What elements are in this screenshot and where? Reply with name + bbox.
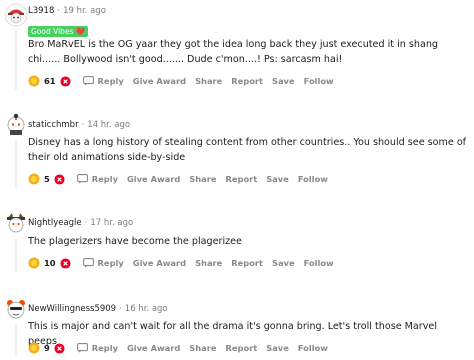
avatar[interactable]: [4, 296, 28, 320]
save-button[interactable]: Save: [272, 258, 295, 268]
follow-button[interactable]: Follow: [304, 258, 334, 268]
avatar[interactable]: [4, 112, 28, 136]
report-button[interactable]: Report: [231, 76, 263, 86]
comment-icon: [76, 343, 88, 353]
reply-button[interactable]: Reply: [76, 174, 118, 184]
award-icon: [28, 173, 40, 185]
comment-meta: NewWillingness5909 · 16 hr. ago: [28, 304, 168, 314]
share-button[interactable]: Share: [195, 76, 222, 86]
comment-actions: 61 Reply Give Award Share Report Save Fo…: [28, 73, 343, 89]
comment-meta: Nightlyeagle · 17 hr. ago: [28, 218, 133, 228]
follow-button[interactable]: Follow: [298, 343, 328, 353]
comment-actions: 10 Reply Give Award Share Report Save Fo…: [28, 255, 343, 271]
downvote-icon[interactable]: [54, 173, 65, 185]
meta-dot: ·: [81, 120, 85, 130]
give-award-button[interactable]: Give Award: [133, 76, 186, 86]
meta-dot: ·: [57, 6, 61, 16]
thread-line[interactable]: [15, 30, 17, 90]
comment-text: The plagerizers have become the plageriz…: [28, 236, 242, 247]
vote-score: 10: [44, 258, 56, 268]
vote-score: 9: [44, 343, 50, 353]
give-award-button[interactable]: Give Award: [127, 174, 180, 184]
report-button[interactable]: Report: [226, 174, 258, 184]
timestamp[interactable]: 16 hr. ago: [125, 304, 168, 314]
user-flair: Good Vibes ❤️: [28, 26, 89, 37]
username[interactable]: L3918: [28, 6, 54, 16]
comment-text: Bro MaRvEL is the OG yaar they got the i…: [28, 39, 438, 65]
vote-score: 61: [44, 76, 56, 86]
award-icon: [28, 75, 40, 87]
avatar[interactable]: [4, 3, 28, 27]
thread-line[interactable]: [15, 238, 17, 272]
follow-button[interactable]: Follow: [298, 174, 328, 184]
comment-meta: staticchmbr · 14 hr. ago: [28, 120, 130, 130]
report-button[interactable]: Report: [226, 343, 258, 353]
username[interactable]: NewWillingness5909: [28, 304, 116, 314]
reply-button[interactable]: Reply: [82, 258, 124, 268]
thread-line[interactable]: [15, 324, 17, 358]
downvote-icon[interactable]: [60, 75, 71, 87]
save-button[interactable]: Save: [266, 343, 289, 353]
give-award-button[interactable]: Give Award: [133, 258, 186, 268]
share-button[interactable]: Share: [195, 258, 222, 268]
timestamp[interactable]: 17 hr. ago: [90, 218, 133, 228]
comment-text: Disney has a long history of stealing co…: [28, 137, 467, 163]
username[interactable]: staticchmbr: [28, 120, 79, 130]
reply-button[interactable]: Reply: [76, 343, 118, 353]
vote-score: 5: [44, 174, 50, 184]
give-award-button[interactable]: Give Award: [127, 343, 180, 353]
award-icon: [28, 342, 40, 354]
save-button[interactable]: Save: [272, 76, 295, 86]
downvote-icon[interactable]: [60, 257, 71, 269]
comment-icon: [82, 76, 94, 86]
comment-actions: 9 Reply Give Award Share Report Save Fol…: [28, 340, 337, 356]
timestamp[interactable]: 19 hr. ago: [63, 6, 106, 16]
comment-icon: [76, 174, 88, 184]
comment-meta: L3918 · 19 hr. ago: [28, 6, 106, 16]
award-icon: [28, 257, 40, 269]
username[interactable]: Nightlyeagle: [28, 218, 82, 228]
comment-actions: 5 Reply Give Award Share Report Save Fol…: [28, 171, 337, 187]
share-button[interactable]: Share: [189, 174, 216, 184]
downvote-icon[interactable]: [54, 342, 65, 354]
follow-button[interactable]: Follow: [304, 76, 334, 86]
reply-button[interactable]: Reply: [82, 76, 124, 86]
report-button[interactable]: Report: [231, 258, 263, 268]
share-button[interactable]: Share: [189, 343, 216, 353]
avatar[interactable]: [4, 210, 28, 234]
meta-dot: ·: [119, 304, 122, 314]
comment-icon: [82, 258, 94, 268]
timestamp[interactable]: 14 hr. ago: [87, 120, 130, 130]
thread-line[interactable]: [15, 140, 17, 188]
meta-dot: ·: [84, 218, 88, 228]
save-button[interactable]: Save: [266, 174, 289, 184]
